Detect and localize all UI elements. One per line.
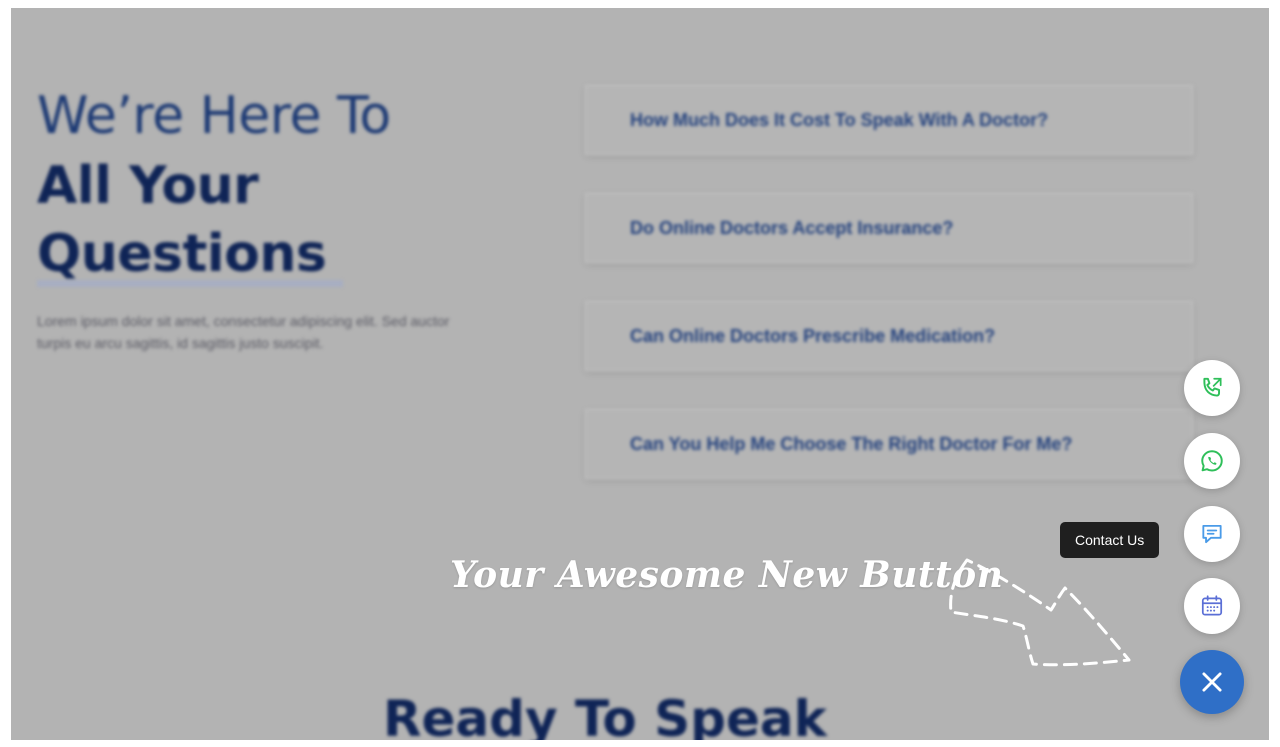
contact-us-tooltip: Contact Us bbox=[1060, 522, 1160, 558]
phone-button[interactable] bbox=[1184, 360, 1240, 416]
hero-heading-line1: We’re Here To bbox=[37, 86, 391, 146]
whatsapp-icon bbox=[1201, 450, 1223, 472]
close-widget-button[interactable] bbox=[1180, 650, 1244, 714]
dashed-arrow-icon bbox=[949, 558, 1131, 667]
whatsapp-button[interactable] bbox=[1184, 433, 1240, 489]
heading-underline bbox=[37, 280, 343, 287]
bottom-section-heading: Ready To Speak bbox=[383, 690, 827, 740]
calendar-button[interactable] bbox=[1184, 578, 1240, 634]
hero-heading-line2: All Your bbox=[37, 156, 259, 216]
faq-item[interactable]: Can Online Doctors Prescribe Medication? bbox=[585, 301, 1193, 371]
hero-heading-line3: Questions bbox=[37, 224, 327, 284]
annotation-label: Your Awesome New Button bbox=[450, 554, 1004, 596]
faq-question: Can You Help Me Choose The Right Doctor … bbox=[630, 434, 1073, 454]
page-overlay: We’re Here To All Your Questions Lorem i… bbox=[11, 8, 1269, 740]
hero-description: Lorem ipsum dolor sit amet, consectetur … bbox=[37, 313, 450, 351]
faq-item[interactable]: How Much Does It Cost To Speak With A Do… bbox=[585, 85, 1193, 155]
faq-question: How Much Does It Cost To Speak With A Do… bbox=[630, 110, 1049, 130]
contact-us-button[interactable] bbox=[1184, 506, 1240, 562]
phone-icon bbox=[1203, 377, 1222, 397]
faq-item[interactable]: Can You Help Me Choose The Right Doctor … bbox=[585, 409, 1193, 479]
close-icon bbox=[1202, 672, 1222, 692]
faq-question: Can Online Doctors Prescribe Medication? bbox=[630, 326, 996, 346]
calendar-icon bbox=[1201, 595, 1223, 616]
chat-icon bbox=[1202, 524, 1222, 544]
faq-question: Do Online Doctors Accept Insurance? bbox=[630, 218, 954, 238]
faq-item[interactable]: Do Online Doctors Accept Insurance? bbox=[585, 193, 1193, 263]
